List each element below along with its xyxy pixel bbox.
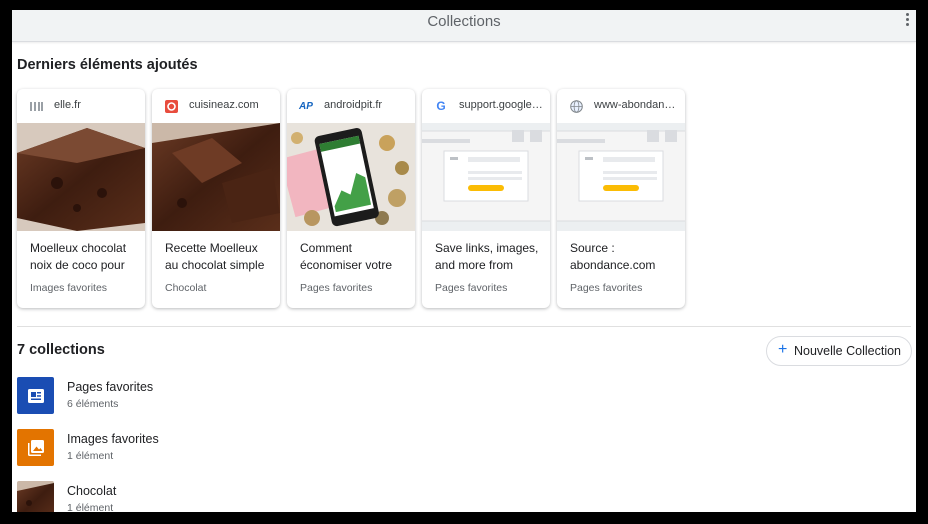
- card-description: Moelleux chocolat noix de coco pour: [30, 241, 127, 272]
- card-header: AP androidpit.fr: [287, 89, 415, 122]
- recent-item-card[interactable]: cuisineaz.com Recette Moelleux au chocol…: [152, 89, 280, 308]
- card-description: Source : abondance.com: [570, 241, 656, 272]
- card-domain: www-abondanc…: [594, 99, 680, 111]
- card-description: Save links, images, and more from: [435, 241, 539, 272]
- card-description: Recette Moelleux au chocolat simple: [165, 241, 265, 272]
- elle-favicon-icon: [29, 99, 43, 113]
- card-domain: elle.fr: [54, 99, 81, 111]
- plus-icon: +: [778, 341, 788, 358]
- section-divider: [17, 326, 911, 327]
- recent-items-heading: Derniers éléments ajoutés: [17, 57, 198, 73]
- new-collection-button[interactable]: + Nouvelle Collection: [766, 336, 912, 366]
- recent-item-card[interactable]: AP androidpit.fr Comment économiser votr: [287, 89, 415, 308]
- collection-name: Pages favorites: [67, 380, 154, 394]
- phone-coins-photo: [287, 123, 415, 231]
- card-header: G support.google.…: [422, 89, 550, 122]
- globe-favicon-icon: [569, 99, 583, 113]
- androidpit-favicon-icon: AP: [299, 100, 313, 112]
- card-collection: Pages favorites: [570, 282, 643, 294]
- top-app-bar: Collections: [12, 10, 916, 42]
- cuisineaz-favicon-icon: [164, 99, 178, 113]
- recent-item-card[interactable]: www-abondanc… Source : abondance.com Pag…: [557, 89, 685, 308]
- card-description: Comment économiser votre: [300, 241, 393, 272]
- collection-count: 1 élément: [67, 502, 114, 512]
- card-header: cuisineaz.com: [152, 89, 280, 122]
- page-title: Collections: [427, 13, 501, 30]
- new-collection-label: Nouvelle Collection: [794, 344, 902, 358]
- collection-count: 6 éléments: [67, 398, 119, 410]
- card-collection: Pages favorites: [435, 282, 508, 294]
- brownie-thumb: [17, 481, 54, 512]
- collection-item-images-favorites[interactable]: Images favorites 1 élément: [17, 429, 577, 467]
- card-header: elle.fr: [17, 89, 145, 122]
- collection-name: Images favorites: [67, 432, 159, 446]
- brownie-photo: [152, 123, 280, 231]
- webpage-placeholder-image: [557, 123, 685, 231]
- card-domain: androidpit.fr: [324, 99, 383, 111]
- brownie-photo: [17, 123, 145, 231]
- recent-item-card[interactable]: elle.fr Moelleux chocolat noix de coco p…: [17, 89, 145, 308]
- card-collection: Images favorites: [30, 282, 108, 294]
- card-collection: Pages favorites: [300, 282, 373, 294]
- image-icon: [17, 429, 54, 466]
- article-icon: [17, 377, 54, 414]
- webpage-placeholder-image: [422, 123, 550, 231]
- collection-count: 1 élément: [67, 450, 114, 462]
- card-domain: cuisineaz.com: [189, 99, 259, 111]
- card-domain: support.google.…: [459, 99, 545, 111]
- collection-item-chocolat[interactable]: Chocolat 1 élément: [17, 481, 577, 512]
- collections-count-heading: 7 collections: [17, 342, 105, 358]
- card-header: www-abondanc…: [557, 89, 685, 122]
- card-collection: Chocolat: [165, 282, 207, 294]
- collection-name: Chocolat: [67, 484, 117, 498]
- recent-item-card[interactable]: G support.google.… Save links, images, a…: [422, 89, 550, 308]
- more-vert-icon[interactable]: [902, 12, 912, 28]
- collection-item-pages-favorites[interactable]: Pages favorites 6 éléments: [17, 377, 577, 415]
- app-screen: Collections Derniers éléments ajoutés el…: [12, 10, 916, 512]
- google-favicon-icon: G: [436, 99, 446, 113]
